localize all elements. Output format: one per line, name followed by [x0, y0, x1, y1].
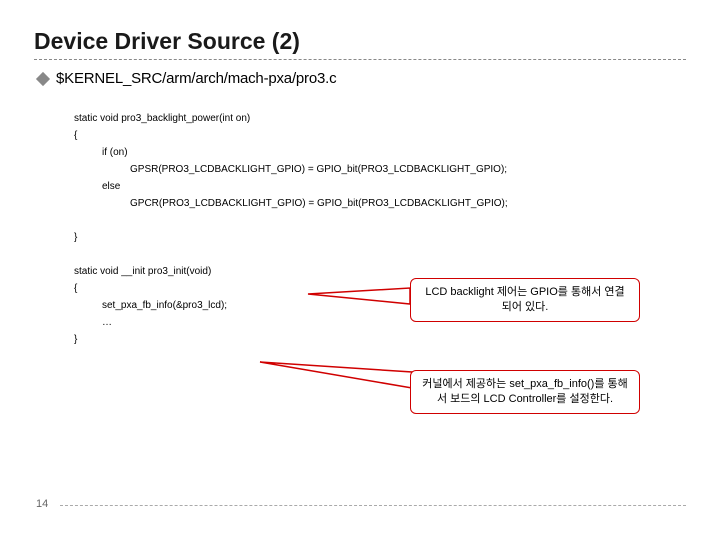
code-line: static void pro3_backlight_power(int on) — [74, 113, 250, 124]
diamond-bullet-icon — [36, 72, 50, 86]
code-line: { — [74, 283, 77, 294]
callout-box-2: 커널에서 제공하는 set_pxa_fb_info()를 통해서 보드의 LCD… — [410, 370, 640, 414]
code-line: … — [74, 317, 112, 328]
code-line: static void __init pro3_init(void) — [74, 266, 211, 277]
code-line: { — [74, 130, 77, 141]
code-line: else — [74, 181, 120, 192]
code-line: GPCR(PRO3_LCDBACKLIGHT_GPIO) = GPIO_bit(… — [74, 198, 508, 209]
title-divider — [34, 59, 686, 60]
page-number: 14 — [36, 498, 48, 510]
callout-pointer-icon — [260, 362, 420, 392]
code-line: } — [74, 232, 77, 243]
slide-title: Device Driver Source (2) — [34, 28, 686, 55]
code-snippet: static void pro3_backlight_power(int on)… — [74, 93, 686, 365]
code-line: set_pxa_fb_info(&pro3_lcd); — [74, 300, 227, 311]
callout-pointer-icon — [308, 288, 418, 308]
code-line: GPSR(PRO3_LCDBACKLIGHT_GPIO) = GPIO_bit(… — [74, 164, 507, 175]
code-line: if (on) — [74, 147, 128, 158]
source-path-row: $KERNEL_SRC/arm/arch/mach-pxa/pro3.c — [34, 70, 686, 87]
callout-box-1: LCD backlight 제어는 GPIO를 통해서 연결되어 있다. — [410, 278, 640, 322]
footer-divider — [60, 505, 686, 506]
code-line: } — [74, 334, 77, 345]
source-path: $KERNEL_SRC/arm/arch/mach-pxa/pro3.c — [56, 70, 336, 87]
